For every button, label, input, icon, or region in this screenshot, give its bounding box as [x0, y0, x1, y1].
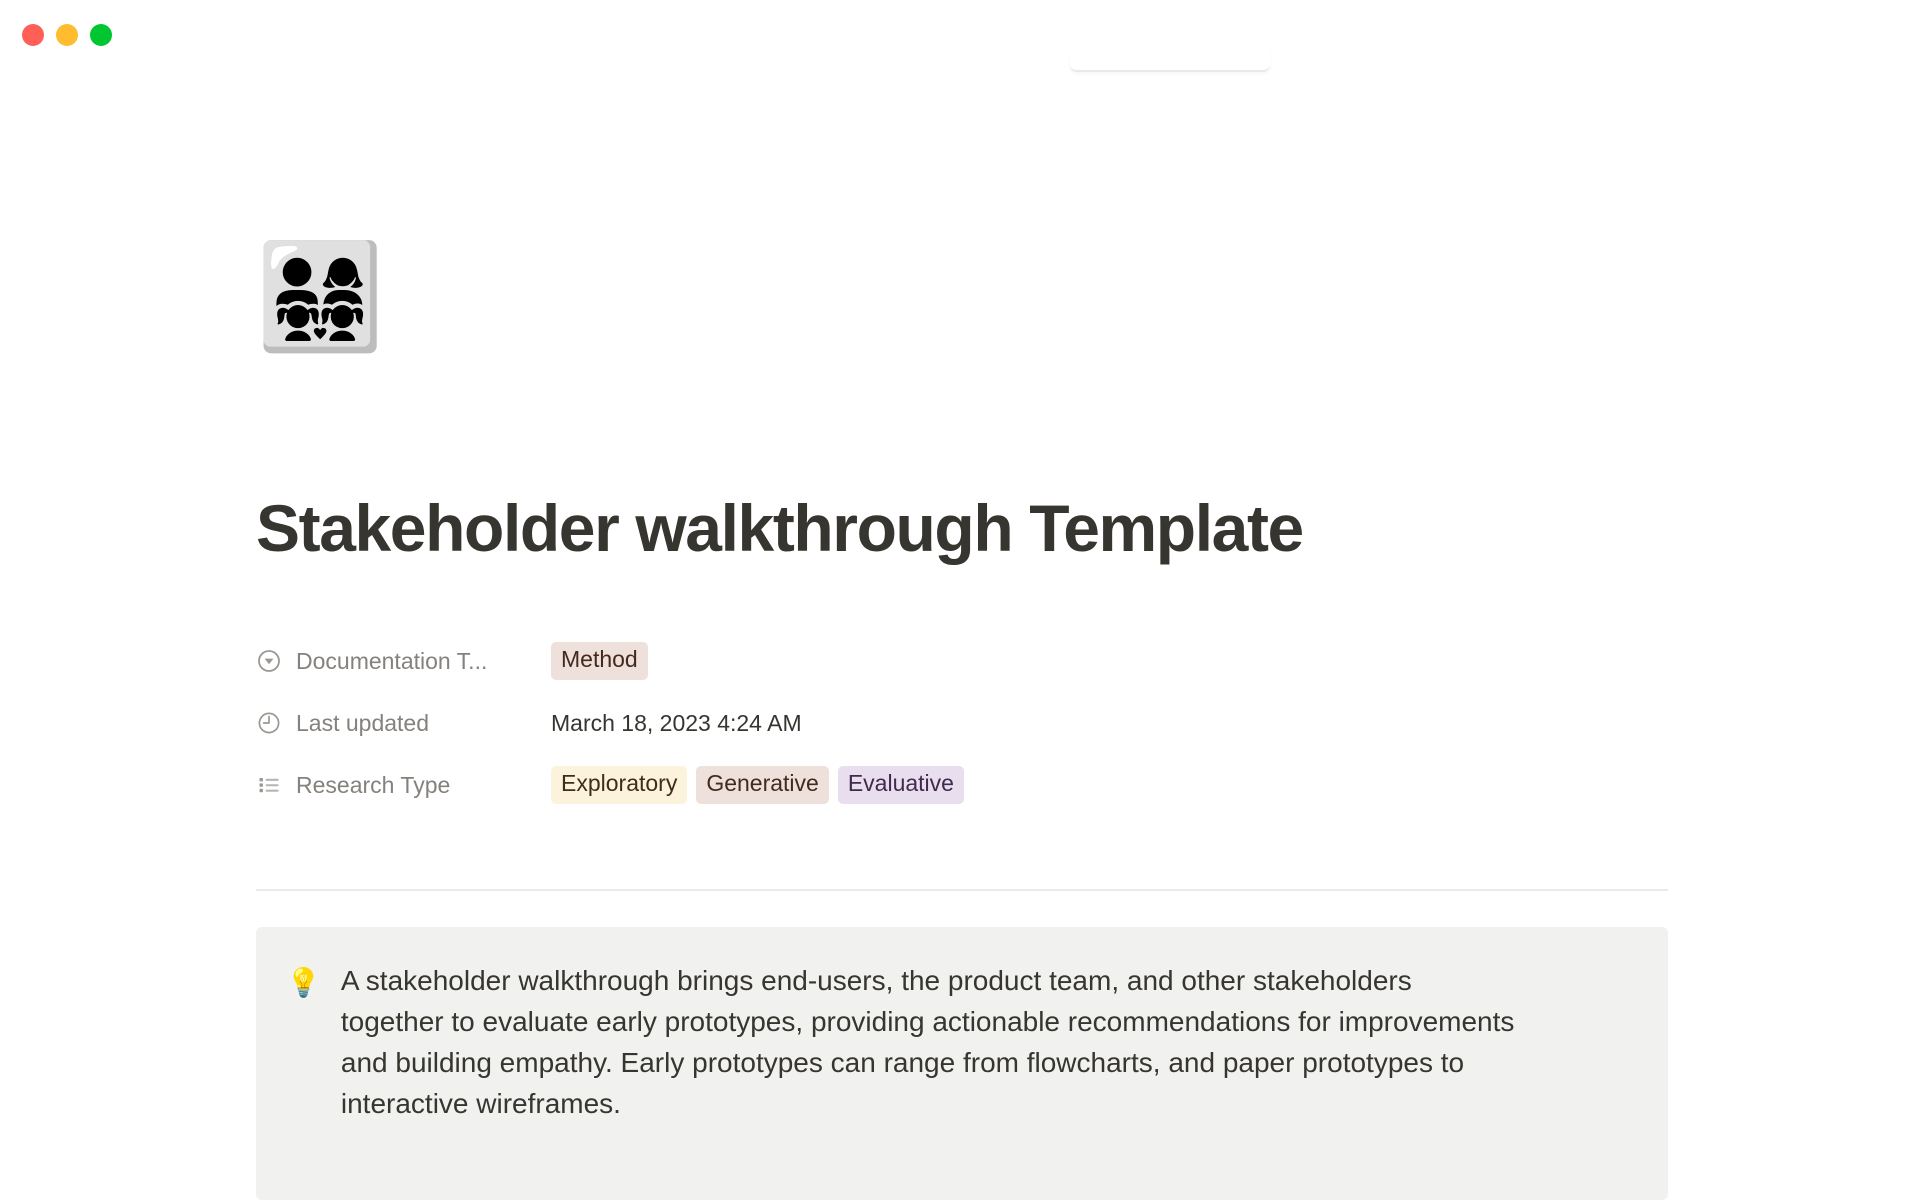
property-label-text: Last updated: [296, 709, 430, 736]
property-row-research-type: Research Type Exploratory Generative Eva…: [256, 754, 1668, 816]
tag-exploratory[interactable]: Exploratory: [551, 766, 688, 804]
page-properties: Documentation T... Method Last updated M…: [256, 630, 1668, 816]
callout-text: A stakeholder walkthrough brings end-use…: [340, 965, 1515, 1119]
property-row-documentation-type: Documentation T... Method: [256, 630, 1668, 692]
property-label-last-updated[interactable]: Last updated: [256, 710, 551, 737]
callout-block[interactable]: 💡 A stakeholder walkthrough brings end-u…: [256, 927, 1668, 1200]
tag-method[interactable]: Method: [551, 642, 648, 680]
multi-select-list-icon: [256, 772, 282, 798]
property-row-last-updated: Last updated March 18, 2023 4:24 AM: [256, 692, 1668, 754]
property-label-research-type[interactable]: Research Type: [256, 772, 551, 799]
content-divider: [256, 889, 1668, 891]
property-label-documentation-type[interactable]: Documentation T...: [256, 648, 551, 675]
property-value-documentation-type[interactable]: Method: [551, 642, 648, 680]
select-chevron-circle-icon: [256, 648, 282, 674]
property-value-last-updated: March 18, 2023 4:24 AM: [551, 709, 802, 736]
property-label-text: Documentation T...: [296, 647, 488, 674]
page-title[interactable]: Stakeholder walkthrough Template: [256, 492, 1668, 565]
property-label-text: Research Type: [296, 771, 451, 798]
light-bulb-icon[interactable]: 💡: [286, 961, 321, 1004]
property-value-research-type[interactable]: Exploratory Generative Evaluative: [551, 766, 964, 804]
tag-evaluative[interactable]: Evaluative: [837, 766, 964, 804]
page-icon-emoji[interactable]: 👨‍👩‍👧‍👧: [256, 246, 384, 349]
notion-page: 👨‍👩‍👧‍👧 Stakeholder walkthrough Template…: [0, 0, 1920, 1200]
tag-generative[interactable]: Generative: [696, 766, 829, 804]
clock-icon: [256, 710, 282, 736]
